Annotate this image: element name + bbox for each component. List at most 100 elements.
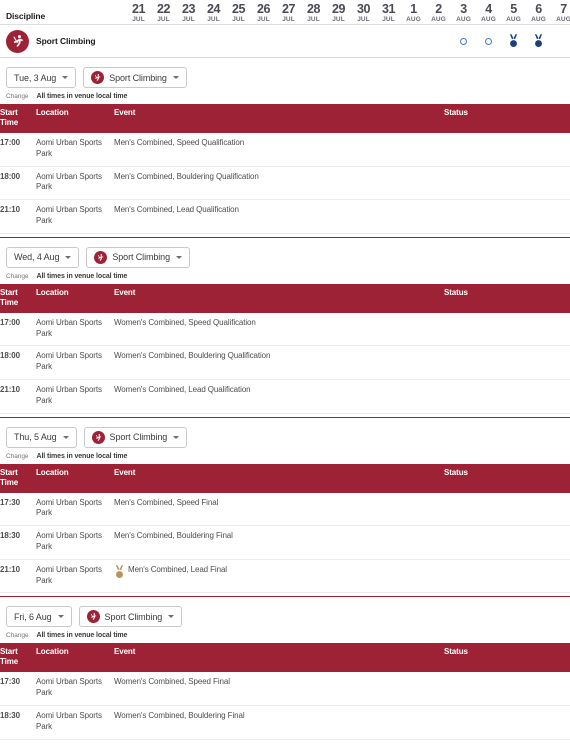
start-time-column-header: Start Time: [0, 643, 36, 673]
change-timezone-link[interactable]: Change: [6, 273, 29, 280]
table-row[interactable]: 18:00 Aomi Urban Sports Park Men's Combine…: [0, 166, 570, 201]
status-badge: [444, 705, 570, 740]
calendar-date-22-jul[interactable]: 22 JUL: [151, 3, 176, 23]
calendar-date-day: 7: [560, 2, 567, 16]
date-selector-dropdown[interactable]: Fri, 6 Aug: [6, 606, 72, 628]
calendar-date-30-jul[interactable]: 30 JUL: [351, 3, 376, 23]
calendar-date-day: 30: [356, 2, 371, 16]
calendar-date-day: 31: [381, 2, 396, 16]
timezone-note-text: All times in venue local time: [36, 632, 128, 640]
table-row[interactable]: 21:10 Aomi Urban Sports Park Men's Combine…: [0, 199, 570, 234]
calendar-date-5-aug[interactable]: 5 AUG: [501, 3, 526, 23]
sport-selector-dropdown[interactable]: Sport Climbing: [86, 246, 190, 268]
date-selector-dropdown[interactable]: Wed, 4 Aug: [6, 246, 80, 268]
calendar-date-29-jul[interactable]: 29 JUL: [326, 3, 351, 23]
calendar-date-month: JUL: [357, 15, 370, 23]
chevron-down-icon: [57, 615, 64, 619]
calendar-date-7-aug[interactable]: 7 AUG: [551, 3, 570, 23]
calendar-date-1-aug[interactable]: 1 AUG: [401, 3, 426, 23]
calendar-empty-cell: [551, 31, 570, 51]
chevron-down-icon: [173, 435, 180, 439]
table-row[interactable]: 17:30 Aomi Urban Sports Park Women's Combi…: [0, 672, 570, 706]
calendar-date-3-aug[interactable]: 3 AUG: [451, 3, 476, 23]
event-start-time: 17:00: [0, 133, 36, 167]
event-name: Women's Combined, Speed Qualification: [114, 317, 256, 327]
sport-selector-dropdown[interactable]: Sport Climbing: [78, 606, 183, 628]
chevron-down-icon: [168, 615, 175, 619]
sport-selector-label: Sport Climbing: [112, 252, 170, 263]
table-row[interactable]: 18:30 Aomi Urban Sports Park Men's Combine…: [0, 525, 570, 560]
calendar-sport-label[interactable]: Sport Climbing: [6, 29, 126, 53]
calendar-date-23-jul[interactable]: 23 JUL: [176, 3, 201, 23]
event-location: Aomi Urban Sports Park: [36, 739, 114, 745]
schedule-table: Start Time Location Event Status 17:00 Aomi U…: [0, 283, 570, 414]
event-start-time: 21:10: [0, 739, 36, 745]
calendar-date-21-jul[interactable]: 21 JUL: [126, 3, 151, 23]
location-column-header: Location: [36, 104, 114, 133]
sport-selector-dropdown[interactable]: Sport Climbing: [83, 67, 187, 88]
sport-climbing-pictogram-icon: [91, 71, 105, 84]
calendar-date-2-aug[interactable]: 2 AUG: [426, 3, 451, 23]
calendar-empty-cell: [301, 31, 326, 51]
event-name-cell: Women's Combined, Bouldering Qualificati…: [114, 345, 444, 380]
calendar-medal-icon-5-aug[interactable]: [501, 31, 526, 51]
event-column-header: Event: [114, 643, 444, 673]
table-row[interactable]: 17:00 Aomi Urban Sports Park Men's Combine…: [0, 133, 570, 167]
timezone-note-text: All times in venue local time: [36, 272, 128, 280]
calendar-competition-icon-3-aug[interactable]: [451, 31, 476, 51]
date-selector-dropdown[interactable]: Thu, 5 Aug: [6, 426, 77, 448]
calendar-empty-cell: [276, 31, 301, 51]
chevron-down-icon: [62, 76, 69, 79]
calendar-date-24-jul[interactable]: 24 JUL: [201, 3, 226, 23]
change-timezone-link[interactable]: Change: [6, 93, 29, 100]
calendar-date-31-jul[interactable]: 31 JUL: [376, 3, 401, 23]
calendar-competition-icon-4-aug[interactable]: [476, 31, 501, 51]
table-row[interactable]: 17:00 Aomi Urban Sports Park Women's Combi…: [0, 312, 570, 347]
table-row[interactable]: 18:30 Aomi Urban Sports Park Women's Combi…: [0, 705, 570, 740]
calendar-medal-icon-6-aug[interactable]: [526, 31, 551, 51]
calendar-date-27-jul[interactable]: 27 JUL: [276, 3, 301, 23]
date-selector-label: Thu, 5 Aug: [14, 432, 57, 443]
change-timezone-link[interactable]: Change: [6, 632, 29, 639]
calendar-date-26-jul[interactable]: 26 JUL: [251, 3, 276, 23]
schedule-filters: Thu, 5 Aug Sport Climbing: [0, 418, 570, 448]
status-badge: [444, 525, 570, 560]
status-column-header: Status: [444, 463, 570, 493]
calendar-date-4-aug[interactable]: 4 AUG: [476, 3, 501, 23]
schedule-filters: Wed, 4 Aug Sport Climbing: [0, 238, 570, 268]
table-row[interactable]: 18:00 Aomi Urban Sports Park Women's Combi…: [0, 345, 570, 380]
chevron-down-icon: [176, 255, 182, 259]
change-timezone-link[interactable]: Change: [6, 453, 29, 460]
event-name-cell: Women's Combined, Lead Qualification: [114, 379, 444, 414]
calendar-date-month: JUL: [282, 15, 295, 23]
calendar-empty-cell: [176, 31, 201, 51]
calendar-date-month: AUG: [556, 15, 570, 23]
table-row[interactable]: 21:10Aomi Urban Sports ParkWomen's Combi…: [0, 739, 570, 745]
calendar-date-day: 29: [331, 2, 346, 16]
event-start-time: 21:10: [0, 379, 36, 414]
event-location: Aomi Urban Sports Park: [36, 705, 114, 740]
calendar-date-month: AUG: [406, 15, 421, 23]
sport-climbing-pictogram-icon: [91, 430, 105, 444]
sport-climbing-pictogram-icon: [94, 250, 108, 264]
table-row[interactable]: 21:10Aomi Urban Sports ParkWomen's Combi…: [0, 379, 570, 414]
sport-selector-label: Sport Climbing: [109, 72, 167, 83]
date-selector-dropdown[interactable]: Tue, 3 Aug: [6, 67, 77, 88]
table-row[interactable]: 21:10 Aomi Urban Sports Park Men's Combine…: [0, 559, 570, 594]
event-name: Men's Combined, Bouldering Final: [114, 531, 233, 541]
calendar-date-6-aug[interactable]: 6 AUG: [526, 3, 551, 23]
schedule-filters: Fri, 6 Aug Sport Climbing: [0, 597, 570, 628]
calendar-empty-cell: [201, 31, 226, 51]
calendar-date-day: 22: [156, 2, 171, 16]
table-row[interactable]: 17:30 Aomi Urban Sports Park Men's Combine…: [0, 492, 570, 527]
date-selector-label: Wed, 4 Aug: [14, 252, 60, 263]
event-cell-inner: Men's Combined, Speed Final: [114, 498, 444, 509]
status-column-header: Status: [444, 104, 570, 133]
event-name-cell: Men's Combined, Bouldering Final: [114, 525, 444, 560]
sport-selector-dropdown[interactable]: Sport Climbing: [83, 426, 188, 448]
event-start-time: 17:00: [0, 312, 36, 347]
event-location: Aomi Urban Sports Park: [36, 199, 114, 234]
event-cell-inner: Women's Combined, Speed Final: [114, 677, 444, 688]
calendar-date-25-jul[interactable]: 25 JUL: [226, 3, 251, 23]
calendar-date-28-jul[interactable]: 28 JUL: [301, 3, 326, 23]
